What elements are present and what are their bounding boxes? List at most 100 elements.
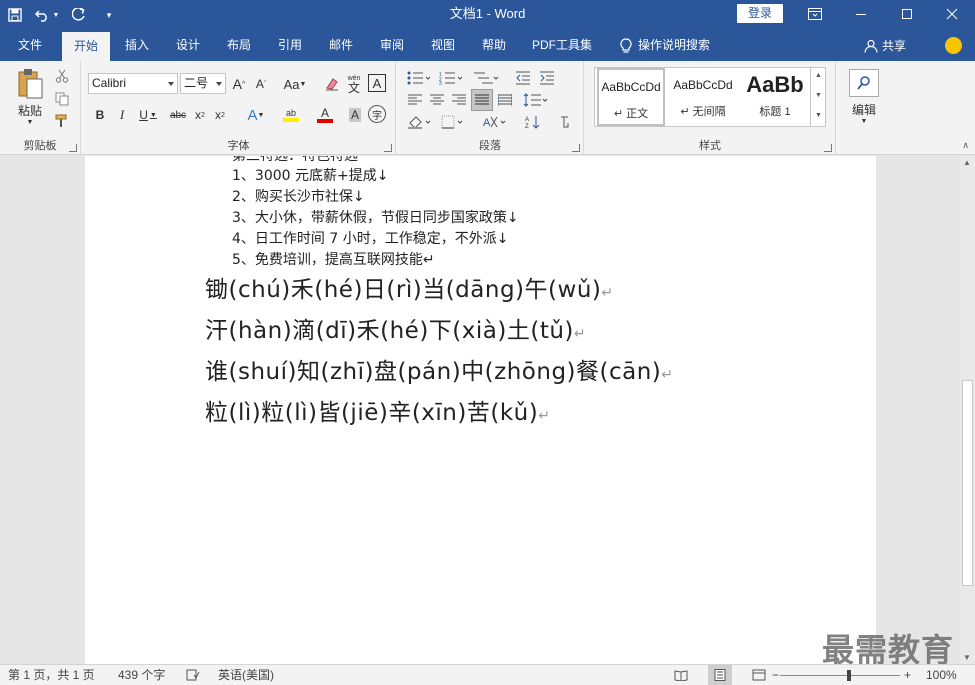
page-count[interactable]: 第 1 页，共 1 页	[8, 665, 95, 685]
superscript-icon[interactable]: x2	[212, 105, 228, 125]
tab-insert[interactable]: 插入	[116, 30, 158, 61]
show-formatting-marks-icon[interactable]	[555, 113, 575, 131]
vertical-scrollbar[interactable]: ▲ ▼	[960, 156, 975, 664]
sort-icon[interactable]: AZ	[523, 113, 543, 131]
zoom-slider[interactable]	[780, 675, 900, 676]
styles-scroll-up-icon[interactable]: ▲	[815, 72, 822, 79]
format-painter-icon[interactable]	[53, 112, 71, 130]
line-spacing-icon[interactable]	[521, 91, 551, 109]
tab-home[interactable]: 开始	[62, 32, 110, 61]
bold-icon[interactable]: B	[92, 105, 108, 125]
align-left-icon[interactable]	[405, 91, 425, 109]
shading-icon[interactable]	[405, 113, 435, 131]
enclose-characters-icon[interactable]: 字	[368, 105, 386, 123]
copy-icon[interactable]	[53, 90, 71, 108]
align-right-icon[interactable]	[449, 91, 469, 109]
login-button[interactable]: 登录	[737, 4, 783, 23]
subscript-icon[interactable]: x2	[192, 105, 208, 125]
tab-references[interactable]: 引用	[269, 30, 311, 61]
multilevel-list-icon[interactable]	[471, 69, 501, 87]
minimize-icon[interactable]	[838, 0, 884, 28]
tab-mailings[interactable]: 邮件	[320, 30, 362, 61]
paragraph-launcher-icon[interactable]	[572, 144, 580, 152]
proofing-icon[interactable]	[186, 665, 200, 685]
numbering-icon[interactable]: 123	[437, 69, 465, 87]
language-indicator[interactable]: 英语(美国)	[218, 665, 274, 685]
feedback-smiley-icon[interactable]	[945, 37, 962, 54]
grow-font-icon[interactable]: A ^	[230, 74, 248, 94]
decrease-indent-icon[interactable]	[513, 69, 533, 87]
list-item: 3、大小休，带薪休假，节假日同步国家政策↓	[232, 210, 519, 226]
font-name-combo[interactable]: Calibri	[88, 73, 178, 94]
paste-icon	[18, 69, 43, 99]
styles-more-icon[interactable]: ▼	[815, 112, 822, 119]
tab-review[interactable]: 审阅	[371, 30, 413, 61]
character-shading-icon[interactable]: A	[346, 105, 364, 125]
shrink-font-icon[interactable]: Aˇ	[252, 74, 270, 94]
chinese-layout-icon[interactable]: A	[481, 113, 511, 131]
style-heading-1[interactable]: AaBb 标题 1	[741, 68, 809, 126]
text-effects-icon[interactable]: A ▼	[242, 105, 270, 125]
highlight-color-icon[interactable]: ab	[276, 105, 306, 125]
tab-pdf-tools[interactable]: PDF工具集	[526, 30, 598, 61]
styles-launcher-icon[interactable]	[824, 144, 832, 152]
zoom-in-button[interactable]: +	[904, 665, 911, 685]
print-layout-icon[interactable]	[708, 665, 732, 685]
ribbon-display-options-icon[interactable]	[792, 0, 838, 28]
scroll-down-icon[interactable]: ▼	[963, 653, 971, 662]
pinyin-line-text: 谁(shuí)知(zhī)盘(pán)中(zhōng)餐(cān)	[205, 359, 662, 385]
close-icon[interactable]	[929, 0, 975, 28]
style-normal[interactable]: AaBbCcDd ↵ 正文	[597, 68, 665, 126]
font-size-combo[interactable]: 二号	[180, 73, 226, 94]
scroll-thumb[interactable]	[962, 380, 973, 586]
save-icon[interactable]	[0, 0, 30, 30]
paste-button[interactable]: 粘贴 ▼	[10, 67, 50, 127]
cut-icon[interactable]	[53, 67, 71, 85]
justify-icon[interactable]	[471, 89, 493, 111]
style-no-spacing[interactable]: AaBbCcDd ↵ 无间隔	[669, 68, 737, 126]
styles-scroll-down-icon[interactable]: ▼	[815, 92, 822, 99]
scroll-up-icon[interactable]: ▲	[963, 158, 971, 167]
word-count[interactable]: 439 个字	[118, 665, 165, 685]
web-layout-icon[interactable]	[752, 665, 766, 685]
customize-qat-icon[interactable]: ▾	[94, 0, 124, 30]
read-mode-icon[interactable]	[674, 665, 688, 685]
change-case-icon[interactable]: Aa ▼	[280, 74, 310, 94]
tab-design[interactable]: 设计	[167, 30, 209, 61]
italic-icon[interactable]: I	[114, 105, 130, 125]
maximize-icon[interactable]	[884, 0, 930, 28]
phonetic-guide-icon[interactable]: wén 文	[344, 72, 364, 96]
font-launcher-icon[interactable]	[384, 144, 392, 152]
tab-view[interactable]: 视图	[422, 30, 464, 61]
borders-icon[interactable]	[439, 113, 469, 131]
tab-help[interactable]: 帮助	[473, 30, 515, 61]
editing-button[interactable]: 编辑 ▼	[847, 67, 881, 127]
redo-icon[interactable]	[64, 0, 94, 30]
font-size-value: 二号	[184, 76, 209, 90]
styles-gallery-scroll[interactable]: ▲ ▼ ▼	[810, 67, 826, 127]
distributed-icon[interactable]	[495, 91, 515, 109]
tab-layout[interactable]: 布局	[218, 30, 260, 61]
zoom-level[interactable]: 100%	[926, 665, 957, 685]
align-center-icon[interactable]	[427, 91, 447, 109]
collapse-ribbon-icon[interactable]: ∧	[962, 140, 969, 151]
share-button[interactable]: 共享	[864, 30, 906, 61]
document-page[interactable]: 第三特选：特色特选 1、3000 元底薪+提成↓ 2、购买长沙市社保↓ 3、大小…	[85, 156, 876, 664]
clipboard-launcher-icon[interactable]	[69, 144, 77, 152]
font-color-icon[interactable]: A	[310, 105, 340, 125]
pinyin-line-text: 汗(hàn)滴(dī)禾(hé)下(xià)土(tǔ)	[205, 318, 574, 344]
strikethrough-icon[interactable]: abc	[168, 105, 188, 125]
person-icon	[864, 39, 878, 53]
tab-file[interactable]: 文件	[8, 30, 52, 61]
zoom-out-button[interactable]: −	[772, 665, 779, 685]
tell-me-search[interactable]: 操作说明搜索	[620, 30, 710, 61]
svg-text:A: A	[525, 117, 529, 123]
clear-formatting-icon[interactable]	[322, 74, 342, 94]
bullets-icon[interactable]	[405, 69, 433, 87]
increase-indent-icon[interactable]	[537, 69, 557, 87]
zoom-slider-thumb[interactable]	[847, 670, 851, 681]
paragraph-group-label: 段落	[479, 140, 501, 152]
underline-icon[interactable]: U ▼	[136, 105, 160, 125]
character-border-icon[interactable]: A	[368, 74, 386, 92]
undo-icon[interactable]: ▼	[30, 0, 64, 30]
